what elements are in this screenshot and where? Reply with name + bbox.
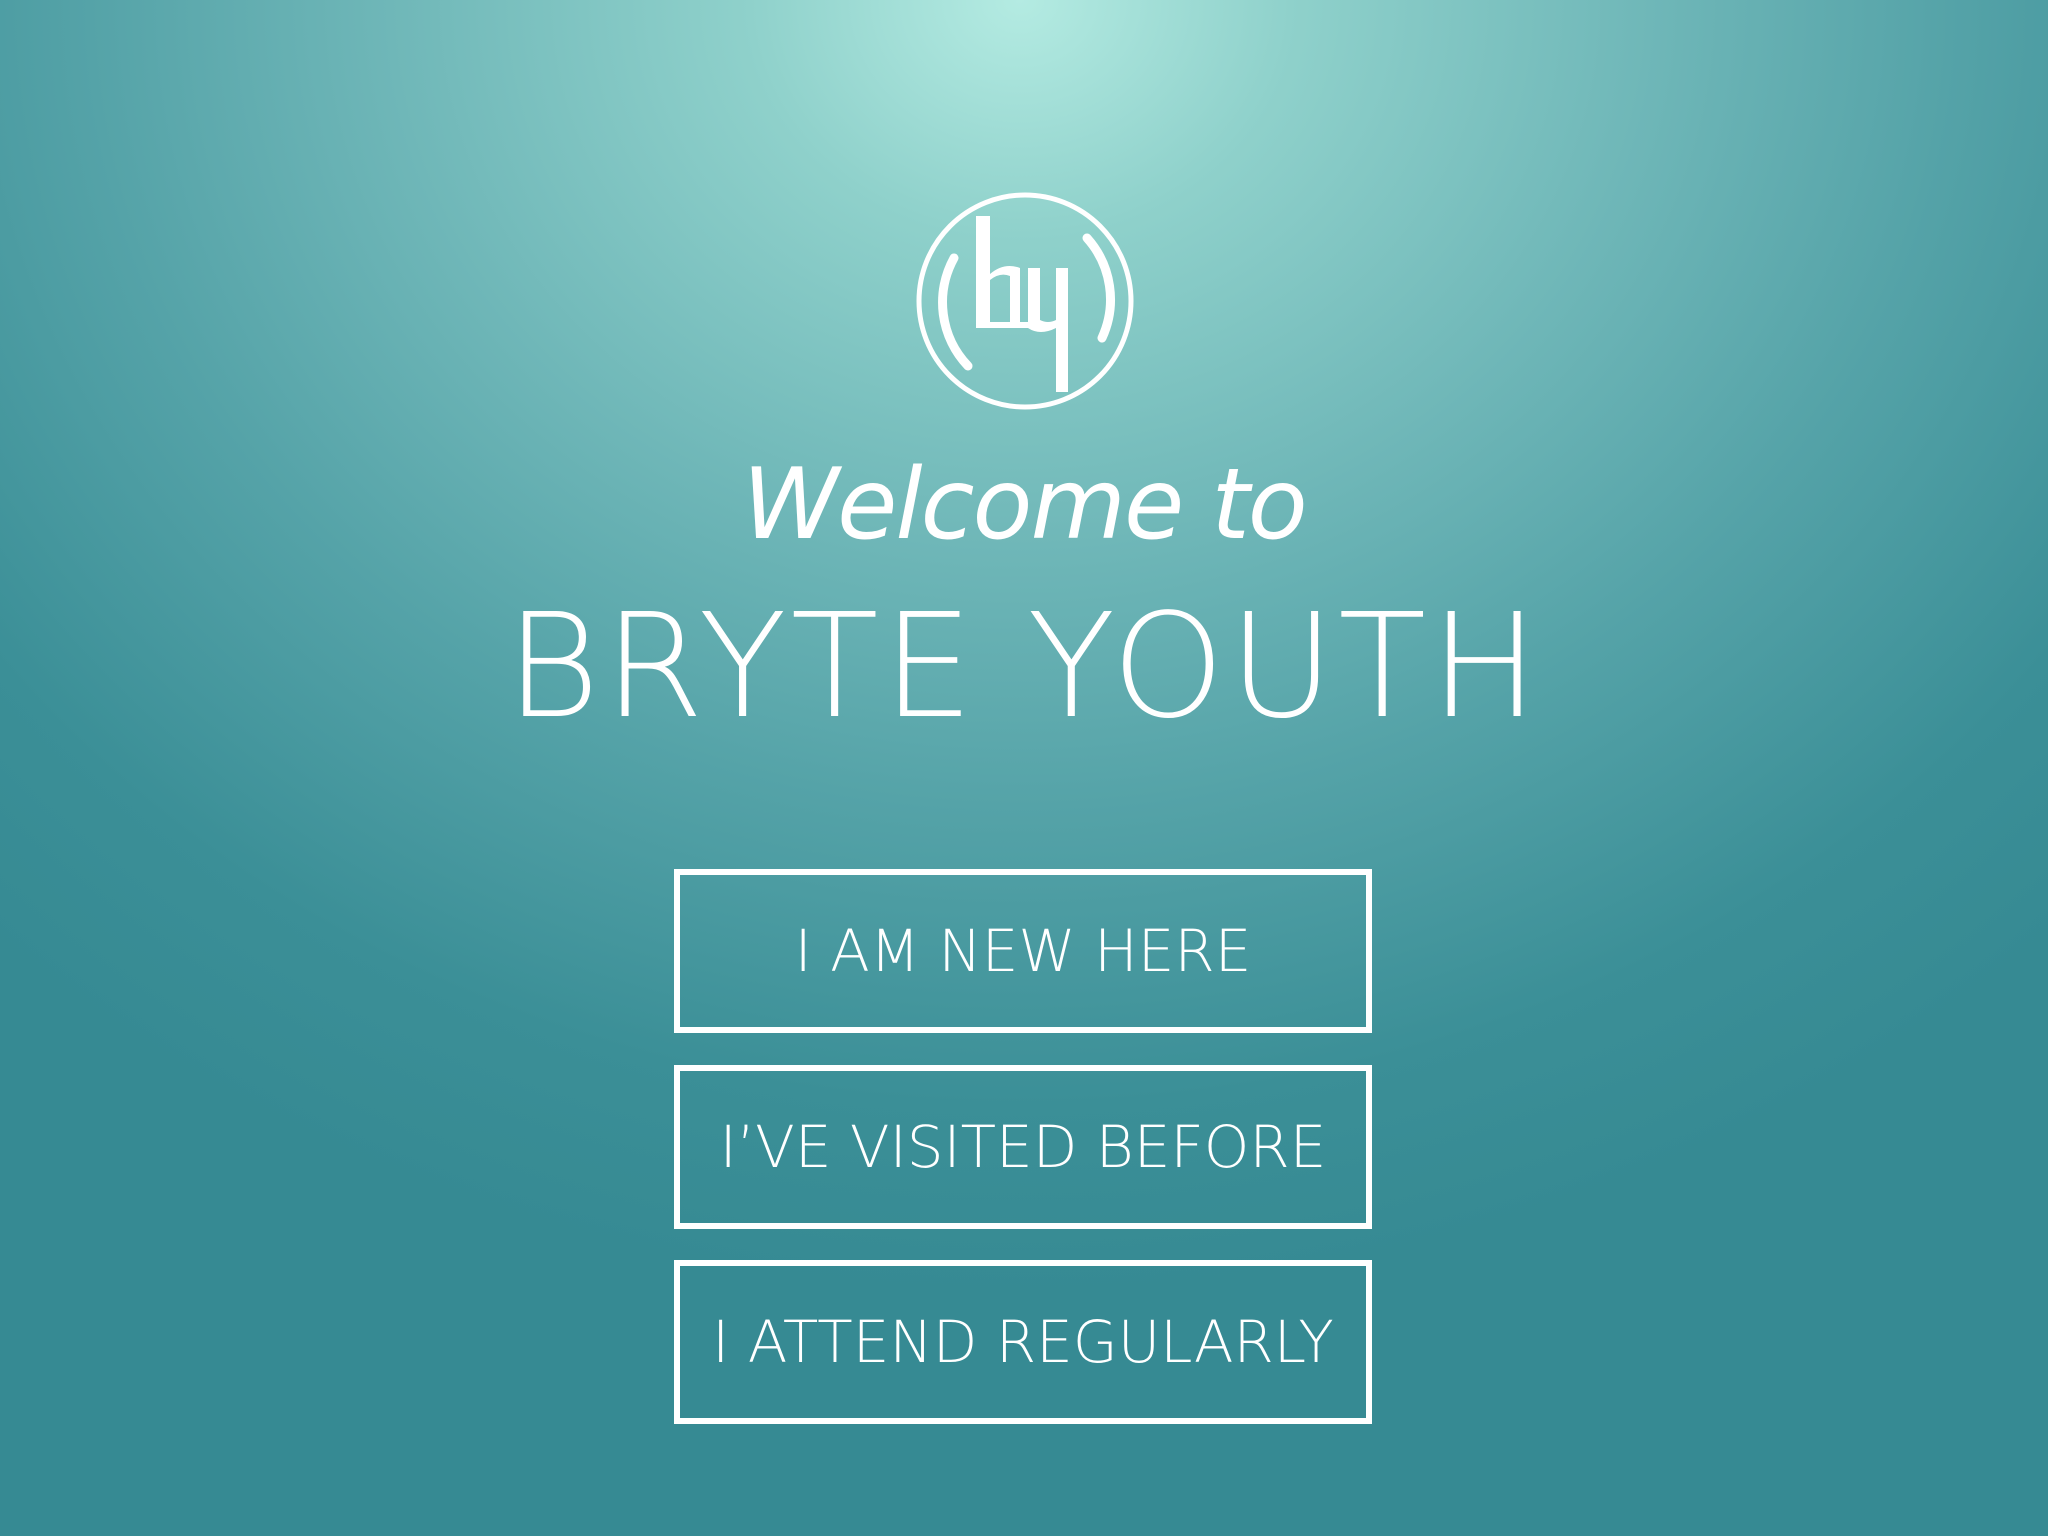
brand-title: BRYTE YOUTH: [505, 582, 1543, 750]
welcome-heading: Welcome to: [742, 448, 1308, 562]
new-here-button[interactable]: I AM NEW HERE: [674, 869, 1372, 1033]
attend-regularly-button[interactable]: I ATTEND REGULARLY: [674, 1260, 1372, 1424]
welcome-screen: Welcome to BRYTE YOUTH I AM NEW HERE I’V…: [0, 0, 2048, 1536]
bryte-youth-logo-icon: [912, 188, 1138, 414]
visited-before-button[interactable]: I’VE VISITED BEFORE: [674, 1065, 1372, 1229]
